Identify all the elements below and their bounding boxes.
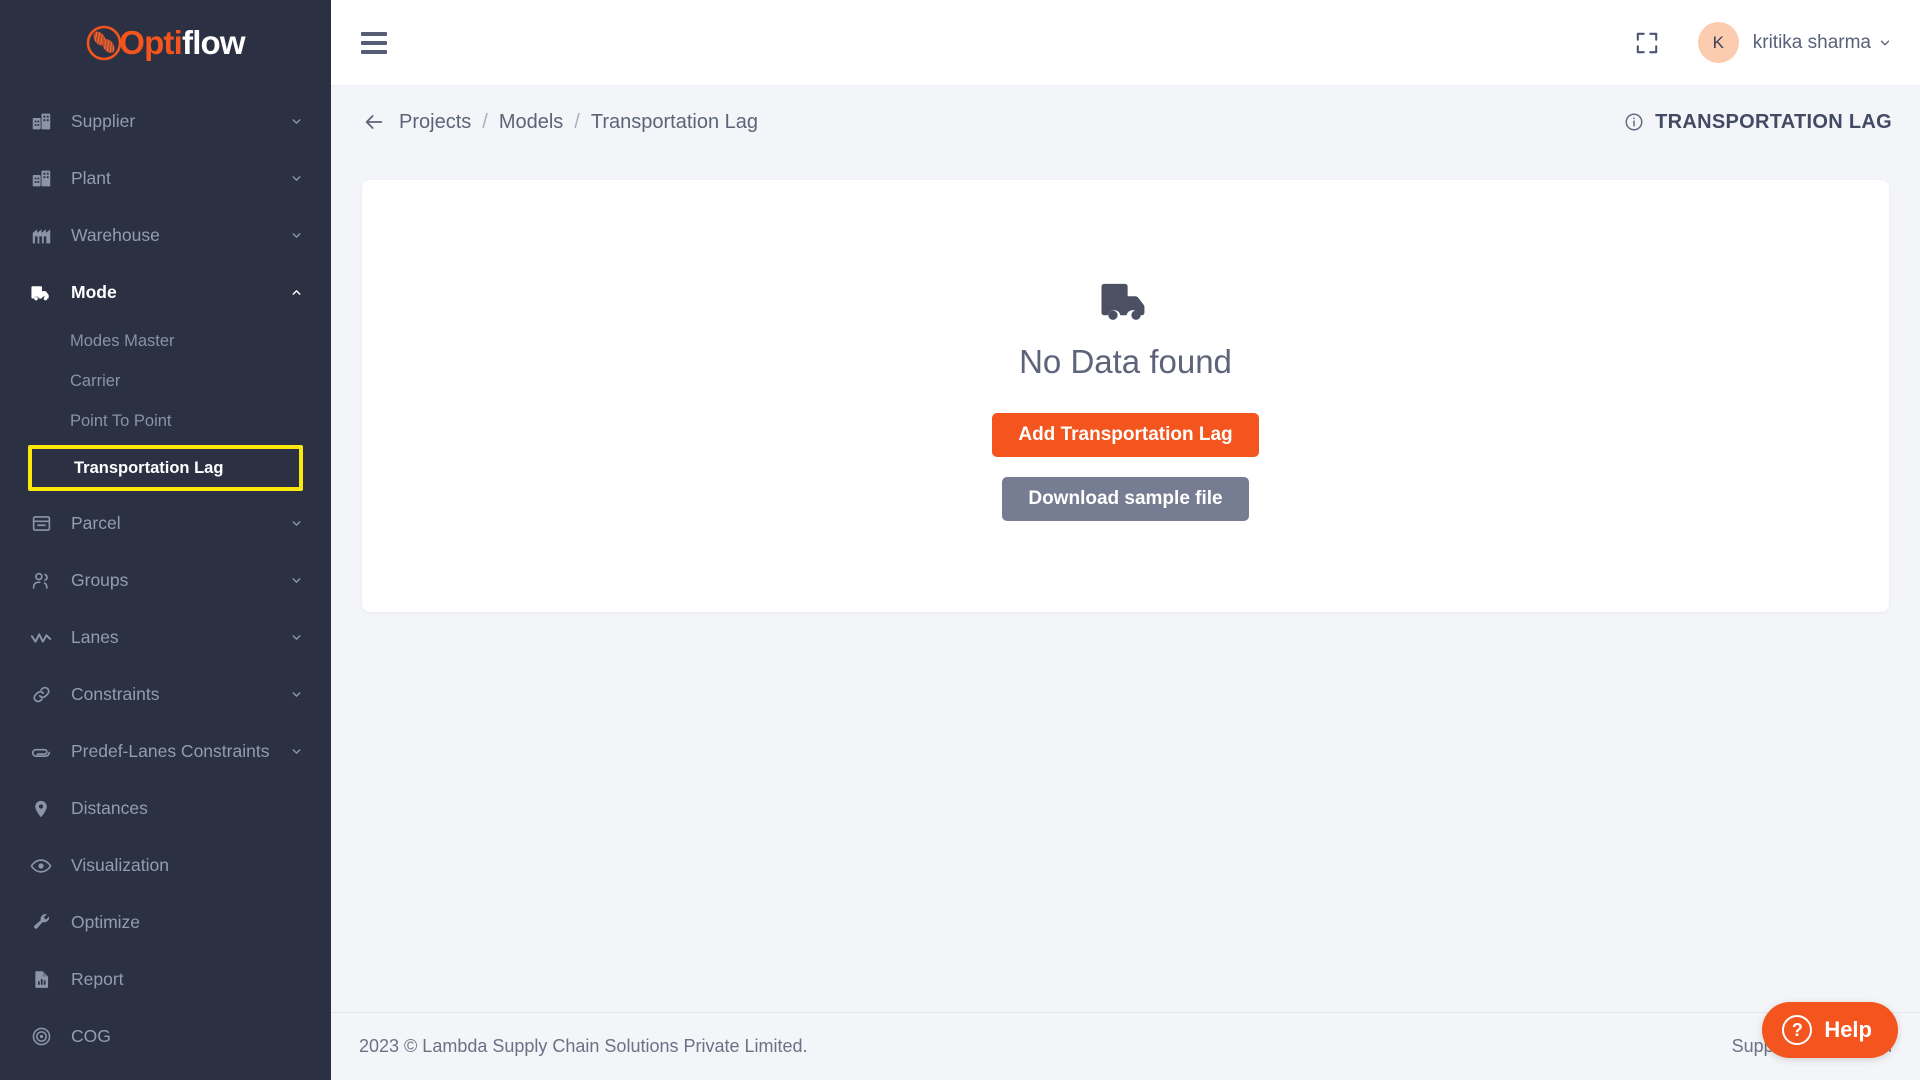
add-transportation-lag-button[interactable]: Add Transportation Lag: [992, 412, 1259, 457]
sidebar-item-lanes[interactable]: Lanes: [0, 609, 331, 666]
no-chevron: [289, 1030, 303, 1044]
sidebar-item-label: Constraints: [71, 684, 160, 704]
factory-icon: [29, 167, 53, 191]
breadcrumb-separator: /: [482, 110, 488, 133]
chevron-down-icon[interactable]: [1878, 36, 1892, 50]
sidebar-item-label: Warehouse: [71, 225, 160, 245]
sidebar-item-visualization[interactable]: Visualization: [0, 837, 331, 894]
sidebar-item-label: Lanes: [71, 627, 119, 647]
sidebar-item-optimize[interactable]: Optimize: [0, 894, 331, 951]
sidebar-item-warehouse[interactable]: Warehouse: [0, 207, 331, 264]
factory-icon: [29, 110, 53, 134]
hamburger-icon[interactable]: [361, 30, 391, 56]
optiflow-logo-icon: [86, 25, 122, 61]
no-chevron: [289, 802, 303, 816]
chevron-down-icon[interactable]: [289, 172, 303, 186]
breadcrumb-item-models[interactable]: Models: [499, 111, 563, 134]
sidebar-item-supplier[interactable]: Supplier: [0, 93, 331, 150]
wrench-icon: [29, 911, 53, 935]
info-circle-icon[interactable]: [1624, 112, 1644, 132]
topbar-right-group: K kritika sharma: [1634, 22, 1892, 63]
arrow-left-icon[interactable]: [363, 111, 385, 133]
sidebar-subitem-label: Carrier: [70, 371, 121, 390]
warehouse-icon: [29, 224, 53, 248]
truck-icon: [29, 281, 53, 305]
report-icon: [29, 968, 53, 992]
chevron-down-icon[interactable]: [289, 115, 303, 129]
sidebar: Optiflow Supplier Plant Warehouse Mode M…: [0, 0, 331, 1080]
sidebar-item-label: Groups: [71, 570, 129, 590]
sidebar-item-label: COG: [71, 1026, 111, 1046]
avatar: K: [1697, 22, 1739, 63]
no-chevron: [289, 916, 303, 930]
chevron-down-icon[interactable]: [289, 688, 303, 702]
breadcrumb-separator: /: [574, 110, 580, 133]
sidebar-item-constraints[interactable]: Constraints: [0, 666, 331, 723]
sidebar-nav: Supplier Plant Warehouse Mode Modes Mast…: [0, 85, 331, 1065]
breadcrumb: Projects / Models / Transportation Lag: [363, 111, 758, 134]
sidebar-item-label: Optimize: [71, 912, 141, 932]
breadcrumb-item-projects[interactable]: Projects: [399, 111, 471, 134]
copyright-text: 2023 © Lambda Supply Chain Solutions Pri…: [359, 1036, 808, 1056]
box-icon: [29, 512, 53, 536]
empty-state-card: No Data found Add Transportation Lag Dow…: [362, 180, 1889, 612]
breadcrumb-item-transportation-lag[interactable]: Transportation Lag: [591, 111, 758, 134]
sidebar-subitem-label: Point To Point: [70, 411, 172, 430]
help-widget-label: Help: [1824, 1017, 1872, 1042]
empty-state-message: No Data found: [1019, 342, 1232, 380]
footer: 2023 © Lambda Supply Chain Solutions Pri…: [331, 1012, 1920, 1080]
sidebar-subitem-label: Modes Master: [70, 331, 175, 350]
sidebar-item-label: Plant: [71, 168, 111, 188]
help-widget-button[interactable]: ? Help: [1762, 1002, 1898, 1058]
link-icon: [29, 683, 53, 707]
chevron-down-icon[interactable]: [289, 229, 303, 243]
user-menu[interactable]: K kritika sharma: [1697, 22, 1892, 63]
sidebar-item-label: Visualization: [71, 855, 169, 875]
sidebar-item-label: Report: [71, 969, 124, 989]
sidebar-item-mode[interactable]: Mode: [0, 264, 331, 321]
sidebar-item-label: Predef-Lanes Constraints: [71, 741, 270, 761]
no-chevron: [289, 973, 303, 987]
sidebar-item-plant[interactable]: Plant: [0, 150, 331, 207]
logo-text-opti: Opti: [119, 23, 183, 61]
users-icon: [29, 569, 53, 593]
user-name-label: kritika sharma: [1752, 31, 1871, 53]
sidebar-subitem-label: Transportation Lag: [74, 458, 224, 477]
map-pin-icon: [29, 797, 53, 821]
sidebar-subitem-modes-master[interactable]: Modes Master: [0, 321, 331, 361]
truck-icon: [1093, 272, 1159, 333]
sidebar-subitem-carrier[interactable]: Carrier: [0, 361, 331, 401]
sidebar-subitem-transportation-lag[interactable]: Transportation Lag: [28, 445, 303, 491]
app-logo[interactable]: Optiflow: [0, 0, 331, 85]
breadcrumb-row: Projects / Models / Transportation Lag T…: [331, 86, 1920, 158]
top-bar: K kritika sharma: [331, 0, 1920, 86]
sidebar-item-groups[interactable]: Groups: [0, 552, 331, 609]
fullscreen-icon[interactable]: [1634, 30, 1660, 56]
sidebar-item-cog[interactable]: COG: [0, 1008, 331, 1065]
question-circle-icon: ?: [1782, 1015, 1813, 1045]
chevron-down-icon[interactable]: [289, 574, 303, 588]
chevron-down-icon[interactable]: [289, 631, 303, 645]
sidebar-item-parcel[interactable]: Parcel: [0, 495, 331, 552]
no-chevron: [289, 859, 303, 873]
sidebar-item-label: Supplier: [71, 111, 136, 131]
sidebar-item-label: Mode: [71, 282, 117, 302]
zigzag-icon: [29, 626, 53, 650]
logo-text-flow: flow: [182, 23, 246, 61]
sidebar-item-label: Distances: [71, 798, 148, 818]
sidebar-item-report[interactable]: Report: [0, 951, 331, 1008]
paperclip-icon: [29, 740, 53, 764]
sidebar-item-distances[interactable]: Distances: [0, 780, 331, 837]
chevron-down-icon[interactable]: [289, 745, 303, 759]
target-icon: [29, 1025, 53, 1049]
eye-icon: [29, 854, 53, 878]
page-title-group: TRANSPORTATION LAG: [1624, 111, 1892, 134]
sidebar-item-label: Parcel: [71, 513, 121, 533]
sidebar-subitem-point-to-point[interactable]: Point To Point: [0, 401, 331, 441]
chevron-up-icon[interactable]: [289, 286, 303, 300]
chevron-down-icon[interactable]: [289, 517, 303, 531]
download-sample-file-button[interactable]: Download sample file: [1002, 476, 1249, 521]
page-title: TRANSPORTATION LAG: [1655, 110, 1892, 133]
sidebar-item-predef-lanes-constraints[interactable]: Predef-Lanes Constraints: [0, 723, 331, 780]
